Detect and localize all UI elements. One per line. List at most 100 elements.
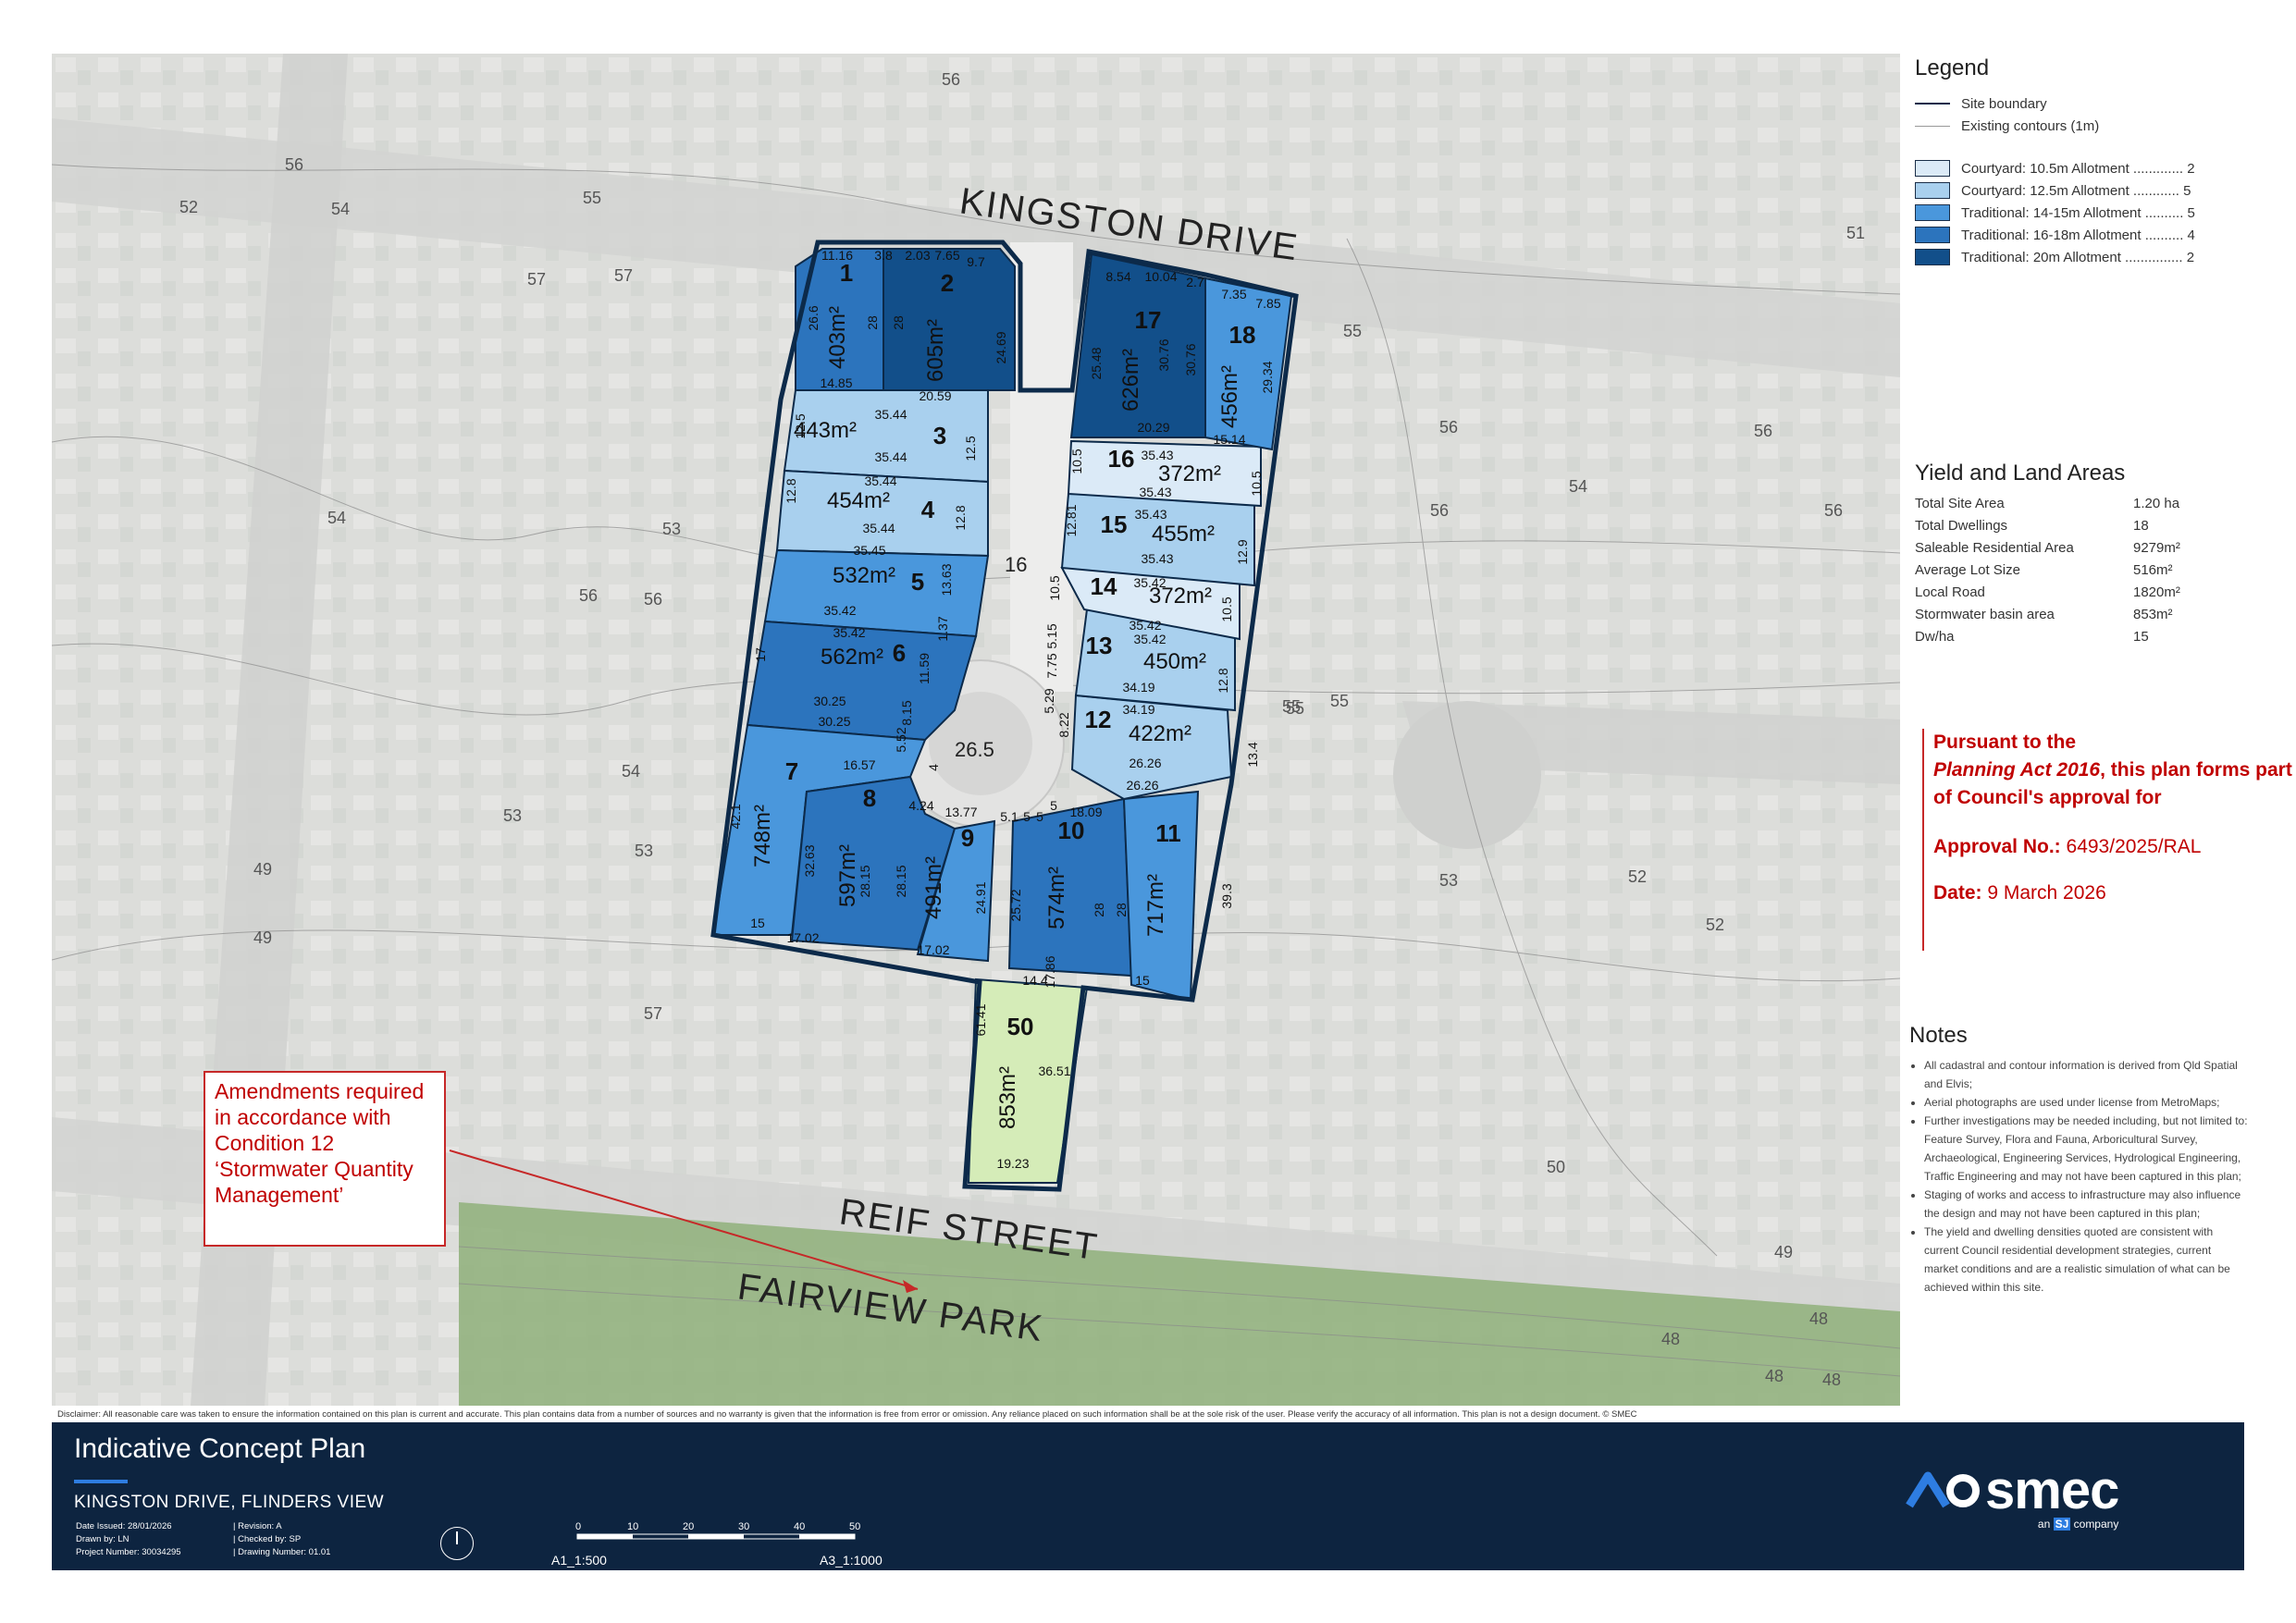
approval-number: 6493/2025/RAL [2066,836,2202,857]
lot-number: 11 [1155,819,1181,847]
legend-item: Traditional: 20m Allotment .............… [1915,246,2285,268]
plan-meta-left: Date Issued: 28/01/2026 Drawn by: LN Pro… [76,1520,181,1559]
dimension-label: 10.04 [1144,269,1177,284]
drawn-by: Drawn by: LN [76,1534,130,1544]
yield-value: 1.20 ha [2133,496,2180,511]
dimension-label: 35.44 [874,449,907,464]
yield-row: Average Lot Size 516m² [1915,562,2211,584]
legend-item: Courtyard: 12.5m Allotment ............ … [1915,179,2285,202]
dimension-label: 24.91 [973,881,988,914]
dimension-label: 10.5 [1047,575,1062,600]
dimension-label: 30.25 [813,694,846,708]
approval-act: Planning Act 2016 [1933,759,2101,781]
dimension-label: 26.26 [1126,778,1158,793]
dimension-label: 29.34 [1260,361,1275,393]
note-item: Further investigations may be needed inc… [1924,1112,2248,1186]
dimension-label: 13.63 [939,563,954,596]
dimension-label: 14.85 [820,375,852,390]
approval-date-row: Date: 9 March 2026 [1933,882,2296,904]
contour-label: 48 [1809,1309,1828,1328]
dimension-label: 5 [1023,809,1031,824]
contour-label: 48 [1765,1367,1784,1385]
lot-number: 18 [1229,321,1256,349]
dimension-label: 39.3 [1219,883,1234,908]
lot-number: 2 [941,269,954,297]
lot-number: 50 [1007,1013,1034,1040]
plan-meta-right: | Revision: A | Checked by: SP | Drawing… [233,1520,330,1559]
dimension-label: 8.22 [1056,712,1071,737]
lot-area: 574m² [1044,867,1069,929]
lot-area: 597m² [835,844,860,907]
dimension-label: 5.52 [894,727,908,752]
contour-label: 55 [1286,699,1304,718]
lot-swatch-icon [1915,160,1950,177]
yield-key: Local Road [1915,584,1985,600]
yield-row: Total Dwellings 18 [1915,518,2211,540]
legend-item: Traditional: 16-18m Allotment ..........… [1915,224,2285,246]
contour-label: 48 [1661,1330,1680,1348]
approval-statement: Pursuant to the Planning Act 2016, this … [1933,729,2296,812]
yield-value: 853m² [2133,607,2173,622]
contour-label: 57 [614,266,633,285]
contour-label: 57 [644,1004,662,1023]
contour-label: 54 [1569,477,1587,496]
yield-row: Stormwater basin area 853m² [1915,607,2211,629]
yield-row: Saleable Residential Area 9279m² [1915,540,2211,562]
contour-label: 56 [1439,418,1458,436]
plan-subtitle: KINGSTON DRIVE, FLINDERS VIEW [74,1493,385,1512]
lot-area: 605m² [923,319,948,382]
approval-date: 9 March 2026 [1987,882,2106,904]
lot-number: 5 [911,568,924,596]
contour-label: 54 [327,509,346,527]
scale-tick: 40 [794,1521,805,1532]
lot-number: 8 [863,784,876,812]
lot-area: 422m² [1129,721,1191,746]
checked-by: | Checked by: SP [233,1534,302,1544]
lot-number: 9 [961,824,974,852]
lot-swatch-icon [1915,249,1950,265]
notes-title: Notes [1909,1023,1968,1048]
approval-number-label: Approval No.: [1933,836,2061,857]
legend-label: Existing contours (1m) [1961,117,2100,134]
lot-number: 15 [1101,510,1128,538]
yield-title: Yield and Land Areas [1915,461,2126,486]
dimension-label: 28 [891,315,906,330]
dimension-label: 15 [750,916,765,930]
yield-key: Stormwater basin area [1915,607,2055,622]
lot-area: 562m² [821,645,883,670]
lot-number: 12 [1085,706,1112,733]
lot-area: 717m² [1143,874,1168,937]
dimension-label: 4.24 [908,798,933,813]
lot-area: 532m² [833,563,895,588]
dimension-label: 5.15 [1044,623,1059,648]
legend-label: Courtyard: 10.5m Allotment .............… [1961,160,2195,177]
dimension-label: 20.59 [919,388,951,403]
dimension-label: 35.42 [833,625,865,640]
dimension-label: 34.19 [1122,702,1154,717]
lot-number: 14 [1091,572,1117,600]
note-item: The yield and dwelling densities quoted … [1924,1223,2248,1297]
scale-a1: A1_1:500 [551,1553,607,1568]
disclaimer: Disclaimer: All reasonable care was take… [57,1409,1637,1420]
yield-value: 18 [2133,518,2149,534]
dimension-label: 15 [1135,973,1150,988]
lot-number: 16 [1108,445,1135,473]
contour-label: 56 [1430,501,1449,520]
dimension-label: 13.77 [944,805,977,819]
legend-item: Courtyard: 10.5m Allotment .............… [1915,157,2285,179]
dimension-label: 17 [753,647,768,662]
dimension-label: 12.8 [784,478,798,503]
yield-row: Local Road 1820m² [1915,584,2211,607]
lot-area: 450m² [1143,649,1206,674]
lot-area: 456m² [1217,365,1242,428]
dimension-label: 61.41 [973,1003,988,1036]
yield-value: 1820m² [2133,584,2180,600]
yield-value: 9279m² [2133,540,2180,556]
dimension-label: 30.76 [1183,343,1198,375]
yield-key: Dw/ha [1915,629,1955,645]
scale-tick: 50 [849,1521,860,1532]
dimension-label: 28 [1114,903,1129,917]
approval-line: Pursuant to the [1933,732,2077,753]
dimension-label: 16.57 [843,757,875,772]
scale-tick: 10 [627,1521,638,1532]
